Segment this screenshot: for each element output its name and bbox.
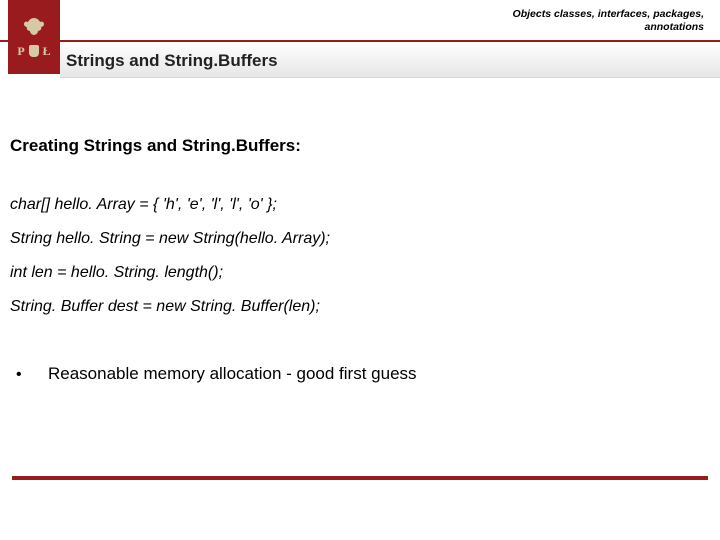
section-heading: Creating Strings and String.Buffers: [10,136,710,156]
slide-header: Objects classes, interfaces, packages, a… [0,0,720,84]
divider-bottom [12,476,708,480]
breadcrumb-line1: Objects classes, interfaces, packages, [513,8,704,21]
logo-letter-p: P [17,44,24,59]
bullet-mark: • [16,366,48,384]
breadcrumb-line2: annotations [513,21,704,34]
code-line: String. Buffer dest = new String. Buffer… [10,298,710,316]
code-line: int len = hello. String. length(); [10,264,710,282]
breadcrumb: Objects classes, interfaces, packages, a… [513,8,704,34]
page-title: Strings and String.Buffers [66,51,278,71]
logo-letters: P Ł [17,44,50,59]
bullet-item: • Reasonable memory allocation - good fi… [10,364,710,384]
slide-content: Creating Strings and String.Buffers: cha… [0,84,720,384]
code-line: String hello. String = new String(hello.… [10,230,710,248]
code-line: char[] hello. Array = { 'h', 'e', 'l', '… [10,196,710,214]
bullet-text: Reasonable memory allocation - good firs… [48,364,417,384]
logo: P Ł [8,0,60,74]
title-bar: Strings and String.Buffers [60,44,720,78]
shield-icon [29,45,39,57]
eagle-icon [21,16,47,38]
divider-top [0,40,720,42]
logo-letter-l: Ł [43,44,51,59]
